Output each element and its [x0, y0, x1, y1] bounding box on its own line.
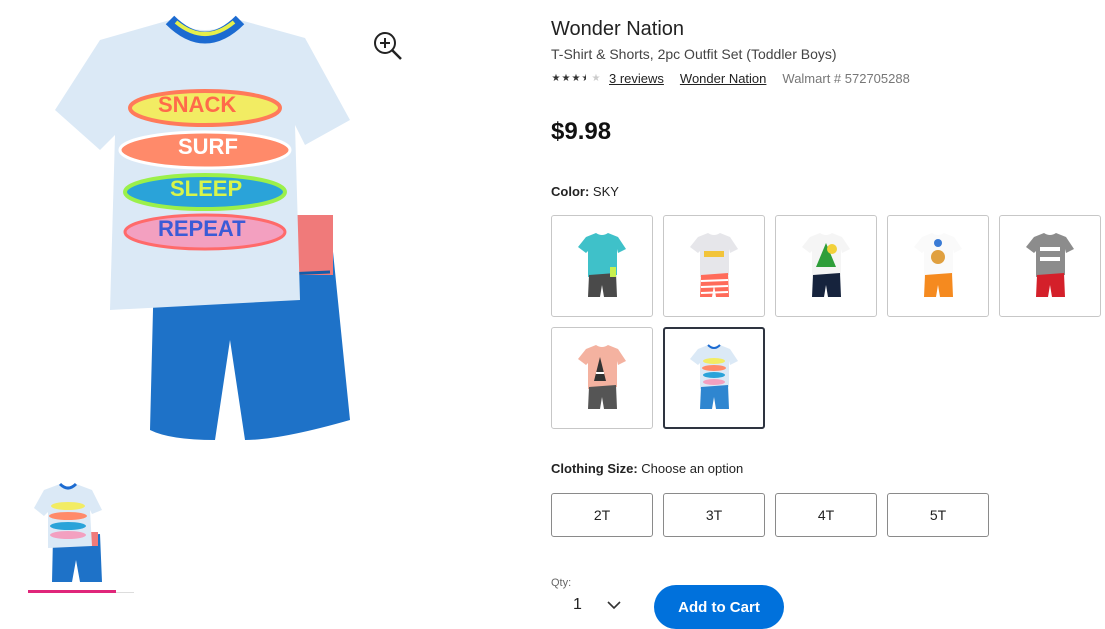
reviews-link[interactable]: 3 reviews — [609, 71, 664, 86]
size-prompt: Choose an option — [641, 461, 744, 476]
color-swatch-7[interactable] — [663, 327, 765, 429]
color-label: Color: SKY — [551, 184, 619, 199]
thumbnail-image-1[interactable] — [28, 482, 108, 588]
shirt-text-1: SNACK — [158, 92, 237, 117]
add-to-cart-button[interactable]: Add to Cart — [654, 585, 784, 629]
size-label: Clothing Size: Choose an option — [551, 461, 743, 476]
thumbnail-selected-indicator — [28, 590, 116, 593]
color-swatch-6[interactable] — [551, 327, 653, 429]
walmart-number: Walmart # 572705288 — [782, 71, 910, 86]
size-label-key: Clothing Size: — [551, 461, 638, 476]
size-option-2t[interactable]: 2T — [551, 493, 653, 537]
color-label-key: Color: — [551, 184, 590, 199]
main-product-image[interactable]: SNACK SURF SLEEP REPEAT — [30, 10, 375, 455]
empty-star-icon: ★ — [591, 72, 601, 84]
color-swatch-5[interactable] — [999, 215, 1101, 317]
shirt-text-3: SLEEP — [170, 176, 243, 201]
shirt-text-2: SURF — [178, 134, 238, 159]
star-rating: ★ ★ ★ ★ ★ — [551, 72, 601, 84]
zoom-in-icon[interactable] — [372, 30, 404, 62]
price: $9.98 — [551, 118, 612, 145]
product-brand-title: Wonder Nation — [551, 18, 685, 40]
quantity-select[interactable]: 1 — [573, 596, 582, 614]
size-option-5t[interactable]: 5T — [887, 493, 989, 537]
rating-row: ★ ★ ★ ★ ★ 3 reviews Wonder Nation Walmar… — [551, 71, 910, 86]
star-icon: ★ — [561, 72, 571, 84]
size-option-3t[interactable]: 3T — [663, 493, 765, 537]
star-icon: ★ — [571, 72, 581, 84]
half-star-icon: ★ — [581, 72, 591, 84]
color-swatch-3[interactable] — [775, 215, 877, 317]
product-name: T-Shirt & Shorts, 2pc Outfit Set (Toddle… — [551, 46, 837, 62]
shirt-text-4: REPEAT — [158, 216, 246, 241]
color-swatch-4[interactable] — [887, 215, 989, 317]
size-option-4t[interactable]: 4T — [775, 493, 877, 537]
brand-link[interactable]: Wonder Nation — [680, 71, 766, 86]
thumbnail-divider — [116, 592, 134, 593]
chevron-down-icon[interactable] — [606, 597, 622, 610]
star-icon: ★ — [551, 72, 561, 84]
color-swatch-2[interactable] — [663, 215, 765, 317]
quantity-label: Qty: — [551, 577, 572, 589]
color-selected-value: SKY — [592, 184, 619, 199]
color-swatch-1[interactable] — [551, 215, 653, 317]
